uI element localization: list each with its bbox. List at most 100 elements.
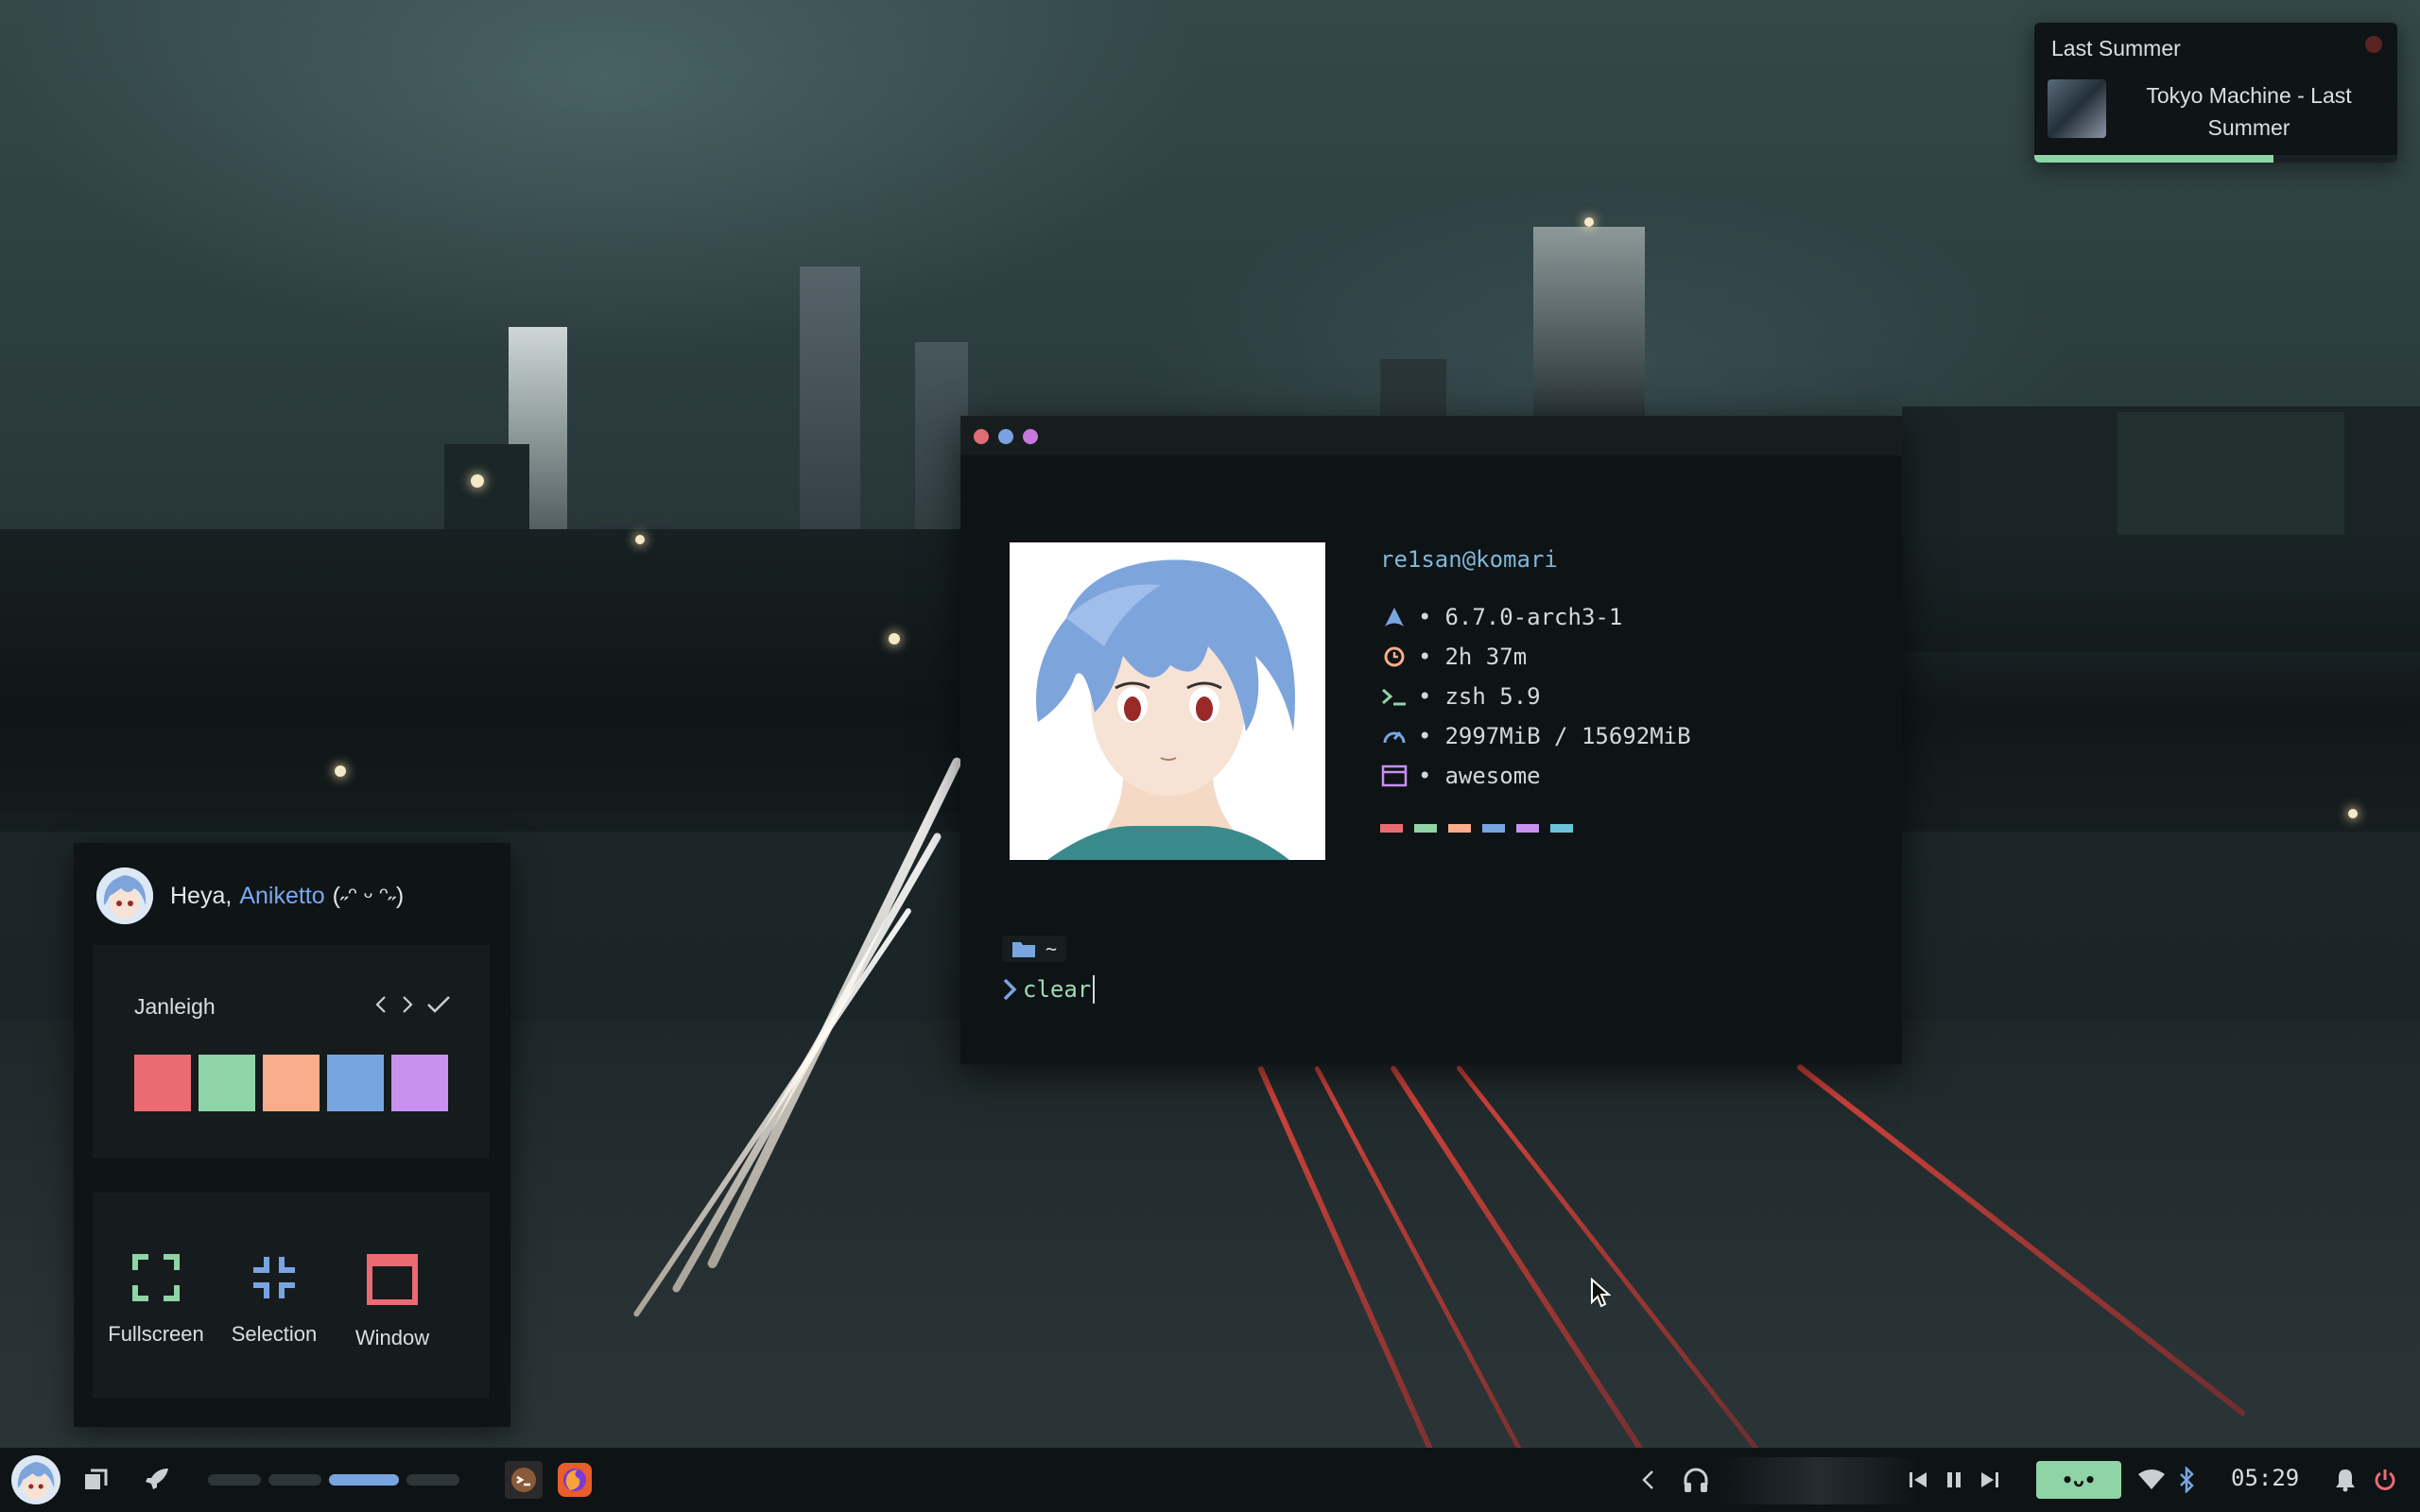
mouse-cursor-icon — [1590, 1277, 1612, 1313]
city-light — [471, 474, 484, 488]
control-panel: Heya, Aniketto (˶ᵔ ᵕ ᵔ˶) Janleigh Fullsc… — [74, 843, 510, 1427]
workspace-tag-3[interactable] — [329, 1474, 399, 1486]
command-input[interactable]: clear — [1023, 976, 1091, 1003]
fullscreen-icon — [131, 1254, 181, 1306]
username: Aniketto — [239, 882, 325, 909]
fetch-value: 6.7.0-arch3-1 — [1444, 604, 1623, 630]
city-light — [635, 535, 645, 544]
palette-color[interactable] — [134, 1055, 191, 1111]
building — [2118, 412, 2344, 535]
workspace-tag-4[interactable] — [406, 1474, 459, 1486]
terminal-window[interactable]: re1san@komari • 6.7.0-arch3-1 • 2h 37m •… — [960, 416, 1902, 1064]
greeting: Heya, Aniketto (˶ᵔ ᵕ ᵔ˶) — [96, 868, 404, 924]
close-button[interactable] — [974, 429, 989, 444]
bluetooth-icon[interactable] — [2174, 1463, 2199, 1497]
close-dot-icon[interactable] — [2365, 36, 2382, 53]
window-icon — [1380, 762, 1409, 790]
fetch-value: zsh 5.9 — [1444, 683, 1541, 710]
color-swatch-row — [1380, 824, 1691, 833]
bell-icon[interactable] — [2331, 1465, 2360, 1495]
fetch-row-kernel: • 6.7.0-arch3-1 — [1380, 597, 1691, 637]
chevron-right-icon[interactable] — [399, 992, 416, 1017]
notification-progress — [2034, 155, 2274, 163]
fetch-row-uptime: • 2h 37m — [1380, 637, 1691, 677]
fullscreen-label: Fullscreen — [108, 1322, 204, 1346]
selection-icon — [250, 1257, 299, 1306]
taskbar: •ᴗ• 05:29 — [0, 1448, 2420, 1512]
prompt-directory: ~ — [1002, 936, 1067, 962]
fetch-user-host: re1san@komari — [1380, 546, 1558, 573]
color-swatch — [1448, 824, 1471, 833]
selection-button[interactable]: Selection — [222, 1253, 326, 1347]
album-art — [2048, 79, 2106, 138]
terminal-prompt-icon — [1380, 682, 1409, 711]
maximize-button[interactable] — [998, 429, 1013, 444]
fetch-value: 2997MiB / 15692MiB — [1444, 723, 1691, 749]
palette-color[interactable] — [391, 1055, 448, 1111]
terminal-app-icon[interactable] — [505, 1461, 543, 1499]
folder-icon — [1011, 939, 1036, 958]
city-light — [1584, 217, 1594, 227]
music-notification[interactable]: Last Summer Tokyo Machine - Last Summer — [2034, 23, 2397, 163]
terminal-titlebar[interactable] — [960, 416, 1902, 455]
selection-label: Selection — [231, 1322, 318, 1346]
firefox-icon[interactable] — [556, 1461, 594, 1499]
screenshot-options: Fullscreen Selection Window — [93, 1193, 490, 1399]
text-cursor — [1093, 975, 1096, 1004]
window-button[interactable]: Window — [340, 1253, 444, 1350]
notification-title: Last Summer — [2051, 36, 2181, 60]
color-swatch — [1550, 824, 1573, 833]
overview-icon[interactable] — [81, 1467, 110, 1495]
fetch-value: 2h 37m — [1444, 644, 1528, 670]
clock-icon — [1380, 643, 1409, 671]
theme-switcher: Janleigh — [93, 945, 490, 1159]
fetch-row-shell: • zsh 5.9 — [1380, 677, 1691, 716]
theme-controls — [372, 992, 452, 1017]
city-light — [2348, 809, 2358, 818]
chevron-left-icon[interactable] — [372, 992, 389, 1017]
check-icon[interactable] — [425, 992, 452, 1017]
directory-label: ~ — [1046, 937, 1058, 960]
chevron-left-icon[interactable] — [1634, 1465, 1662, 1495]
city-light — [335, 765, 346, 777]
headphones-icon[interactable] — [1679, 1463, 1713, 1497]
next-track-icon[interactable] — [1976, 1467, 2004, 1493]
workspace-tag-1[interactable] — [208, 1474, 261, 1486]
color-swatch — [1414, 824, 1437, 833]
previous-track-icon[interactable] — [1904, 1467, 1932, 1493]
greeting-kaomoji: (˶ᵔ ᵕ ᵔ˶) — [332, 882, 405, 909]
media-artwork-strip — [1717, 1457, 1921, 1504]
window-frame-icon — [366, 1254, 419, 1310]
greeting-prefix: Heya, — [170, 882, 233, 909]
pause-icon[interactable] — [1940, 1467, 1968, 1493]
arch-icon — [1380, 603, 1409, 631]
clock[interactable]: 05:29 — [2231, 1465, 2299, 1491]
kaomoji-badge[interactable]: •ᴗ• — [2036, 1461, 2121, 1499]
theme-palette — [134, 1055, 448, 1111]
power-icon[interactable] — [2369, 1463, 2401, 1497]
palette-color[interactable] — [199, 1055, 255, 1111]
palette-color[interactable] — [327, 1055, 384, 1111]
fetch-row-memory: • 2997MiB / 15692MiB — [1380, 716, 1691, 756]
wifi-icon[interactable] — [2135, 1465, 2169, 1495]
color-swatch — [1516, 824, 1539, 833]
avatar[interactable] — [11, 1455, 60, 1504]
palette-color[interactable] — [263, 1055, 320, 1111]
launcher-rocket-icon[interactable] — [142, 1465, 172, 1495]
notification-body: Tokyo Machine - Last Summer — [2146, 83, 2352, 140]
avatar[interactable] — [96, 868, 153, 924]
minimize-button[interactable] — [1023, 429, 1038, 444]
theme-name: Janleigh — [134, 994, 216, 1019]
command-line[interactable]: clear — [1002, 975, 1096, 1004]
chevron-right-icon — [1002, 977, 1017, 1002]
fetch-info: re1san@komari • 6.7.0-arch3-1 • 2h 37m •… — [1380, 546, 1691, 833]
fetch-avatar-image — [1010, 542, 1325, 860]
workspace-tag-2[interactable] — [268, 1474, 321, 1486]
fetch-row-wm: • awesome — [1380, 756, 1691, 796]
fetch-value: awesome — [1444, 763, 1541, 789]
color-swatch — [1380, 824, 1403, 833]
building — [1380, 359, 1446, 416]
color-swatch — [1482, 824, 1505, 833]
building — [1533, 227, 1645, 416]
fullscreen-button[interactable]: Fullscreen — [104, 1253, 208, 1347]
